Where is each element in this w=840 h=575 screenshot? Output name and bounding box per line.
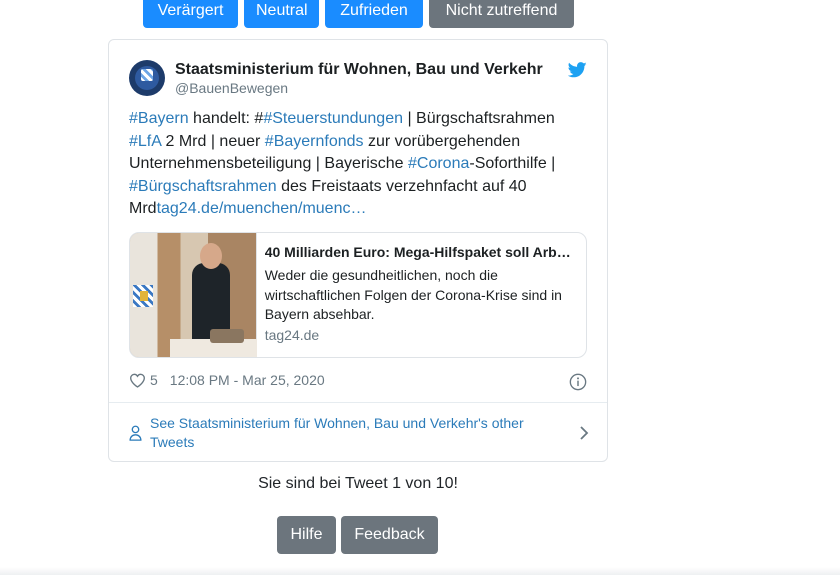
page-bottom-edge [0, 567, 840, 575]
tweet-url-link[interactable]: tag24.de/muenchen/muenc… [157, 200, 367, 217]
hashtag-link[interactable]: #Bürgschaftsrahmen [129, 178, 277, 195]
like-count[interactable]: 5 [150, 372, 158, 388]
divider [109, 402, 607, 403]
avatar-crest-icon [141, 69, 153, 81]
tweet-meta: 5 12:08 PM - Mar 25, 2020 [129, 372, 325, 388]
author-handle[interactable]: @BauenBewegen [175, 80, 543, 97]
chevron-right-icon[interactable] [579, 425, 589, 441]
info-icon[interactable] [569, 373, 587, 391]
help-button-group: Hilfe Feedback [277, 516, 438, 554]
tweet-text-segment: handelt: # [188, 110, 264, 127]
hashtag-link[interactable]: #Corona [408, 155, 469, 172]
author-name[interactable]: Staatsministerium für Wohnen, Bau und Ve… [175, 60, 543, 80]
hashtag-link[interactable]: #Bayern [129, 110, 189, 127]
tweet-timestamp[interactable]: 12:08 PM - Mar 25, 2020 [170, 372, 325, 388]
other-tweets-label[interactable]: See Staatsministerium für Wohnen, Bau un… [150, 414, 560, 452]
rating-button-group: Verärgert Neutral Zufrieden Nicht zutref… [143, 0, 574, 28]
page: Verärgert Neutral Zufrieden Nicht zutref… [0, 0, 840, 575]
feedback-button[interactable]: Feedback [341, 516, 438, 554]
other-tweets-link[interactable]: See Staatsministerium für Wohnen, Bau un… [129, 413, 589, 453]
person-icon [129, 425, 142, 441]
tweet-text-segment: -Soforthilfe | [469, 155, 556, 172]
card-body: 40 Milliarden Euro: Mega-Hilfspaket soll… [257, 233, 586, 357]
card-thumbnail [130, 233, 257, 357]
author-info: Staatsministerium für Wohnen, Bau und Ve… [175, 60, 543, 97]
veraergert-button[interactable]: Verärgert [143, 0, 238, 28]
zufrieden-button[interactable]: Zufrieden [325, 0, 423, 28]
author-avatar[interactable] [129, 60, 165, 96]
card-title: 40 Milliarden Euro: Mega-Hilfspaket soll… [264, 244, 571, 260]
tweet-header: Staatsministerium für Wohnen, Bau und Ve… [129, 60, 543, 97]
card-description: Weder die gesundheitlichen, noch die wir… [264, 267, 562, 322]
tweet-text-segment: | Bürgschaftsrahmen [403, 110, 555, 127]
card-domain: tag24.de [264, 326, 320, 343]
neutral-button[interactable]: Neutral [244, 0, 319, 28]
heart-icon[interactable] [129, 373, 146, 388]
hashtag-link[interactable]: #Bayernfonds [265, 133, 364, 150]
hashtag-link[interactable]: #Steuerstundungen [263, 110, 403, 127]
hilfe-button[interactable]: Hilfe [277, 516, 336, 554]
tweet-text: #Bayern handelt: ##Steuerstundungen | Bü… [129, 108, 589, 221]
twitter-bird-icon[interactable] [568, 62, 587, 78]
embedded-tweet: Staatsministerium für Wohnen, Bau und Ve… [108, 39, 608, 462]
link-preview-card[interactable]: 40 Milliarden Euro: Mega-Hilfspaket soll… [129, 232, 587, 358]
hashtag-link[interactable]: #LfA [129, 133, 161, 150]
tweet-text-segment: 2 Mrd | neuer [161, 132, 265, 150]
tweet-progress-text: Sie sind bei Tweet 1 von 10! [258, 475, 458, 492]
nicht-zutreffend-button[interactable]: Nicht zutreffend [429, 0, 574, 28]
